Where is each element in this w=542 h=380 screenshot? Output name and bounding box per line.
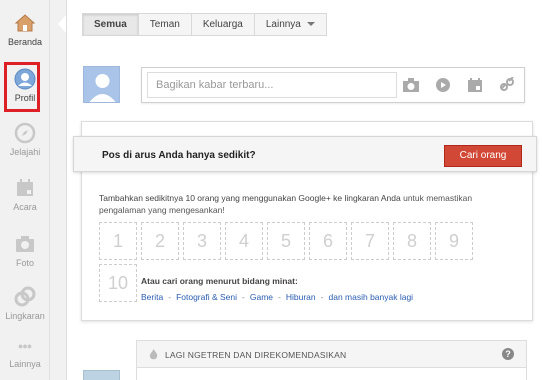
- camera-icon: [16, 236, 34, 252]
- share-box: Bagikan kabar terbaru...: [141, 67, 525, 103]
- tab-family[interactable]: Keluarga: [190, 13, 255, 36]
- person-slot[interactable]: 6: [309, 222, 347, 260]
- suggestion-banner: Pos di arus Anda hanya sedikit? Cari ora…: [73, 136, 537, 172]
- interest-link-games[interactable]: Game: [250, 292, 273, 302]
- person-slot[interactable]: 2: [141, 222, 179, 260]
- nav-item-explore[interactable]: Jelajahi: [0, 122, 50, 157]
- chevron-down-icon: [306, 22, 315, 27]
- nav-label: Lainnya: [9, 359, 41, 369]
- nav-label: Lingkaran: [5, 311, 45, 321]
- interest-links: Berita - Fotografi & Seni - Game - Hiburan - dan…: [141, 292, 413, 302]
- video-icon[interactable]: [434, 77, 452, 93]
- separator: -: [278, 292, 281, 302]
- stream-tabs: Semua Teman Keluarga Lainnya: [82, 13, 327, 36]
- avatar[interactable]: [83, 66, 120, 103]
- nav-item-more[interactable]: Lainnya: [0, 342, 50, 369]
- find-people-button[interactable]: Cari orang: [444, 145, 522, 167]
- more-icon: [18, 344, 32, 349]
- banner-title: Pos di arus Anda hanya sedikit?: [102, 150, 256, 161]
- tab-more[interactable]: Lainnya: [253, 13, 327, 36]
- person-slot[interactable]: 8: [393, 222, 431, 260]
- person-slot[interactable]: 4: [225, 222, 263, 260]
- compass-icon: [14, 122, 36, 144]
- person-slot[interactable]: 7: [351, 222, 389, 260]
- tab-all[interactable]: Semua: [82, 13, 139, 36]
- interest-link-more[interactable]: dan masih banyak lagi: [328, 292, 413, 302]
- event-icon[interactable]: [466, 77, 484, 93]
- flame-icon: [149, 349, 158, 360]
- post-thumbnail[interactable]: [83, 370, 120, 380]
- suggestion-description: Tambahkan sedikitnya 10 orang yang mengg…: [99, 192, 519, 216]
- interest-link-photography[interactable]: Fotografi & Seni: [176, 292, 237, 302]
- help-icon[interactable]: ?: [502, 348, 514, 360]
- nav-label: Jelajahi: [9, 147, 41, 157]
- nav-item-home[interactable]: Beranda: [0, 12, 50, 47]
- profile-highlight-box: [4, 62, 40, 112]
- person-slot[interactable]: 10: [99, 264, 137, 302]
- nav-item-events[interactable]: Acara: [0, 177, 50, 212]
- share-input[interactable]: Bagikan kabar terbaru...: [147, 72, 397, 98]
- stream-panel: Semua Teman Keluarga Lainnya Bagikan kab…: [66, 0, 542, 380]
- separator: -: [320, 292, 324, 302]
- interest-link-news[interactable]: Berita: [141, 292, 163, 302]
- home-icon: [14, 14, 36, 32]
- link-icon[interactable]: [498, 77, 516, 93]
- person-slot[interactable]: 1: [99, 222, 137, 260]
- default-avatar-icon: [89, 74, 116, 102]
- interest-link-entertainment[interactable]: Hiburan: [286, 292, 316, 302]
- active-pointer: [58, 15, 66, 33]
- nav-label: Beranda: [7, 37, 43, 47]
- tab-more-label: Lainnya: [265, 19, 301, 30]
- calendar-icon: [17, 179, 33, 196]
- trending-body: [136, 368, 527, 380]
- trending-title: LAGI NGETREN DAN DIREKOMENDASIKAN: [165, 350, 347, 360]
- find-by-interest-title: Atau cari orang menurut bidang minat:: [141, 276, 298, 286]
- nav-label: Foto: [15, 258, 34, 268]
- camera-icon[interactable]: [402, 77, 420, 93]
- trending-header[interactable]: LAGI NGETREN DAN DIREKOMENDASIKAN ?: [136, 340, 527, 368]
- description-main: Tambahkan sedikitnya 10 orang yang mengg…: [99, 193, 401, 203]
- share-attachments: [402, 77, 516, 93]
- nav-item-circles[interactable]: Lingkaran: [0, 286, 50, 321]
- nav-label: Acara: [13, 202, 37, 212]
- separator: -: [168, 292, 172, 302]
- person-slot[interactable]: 5: [267, 222, 305, 260]
- left-nav: Beranda Profil Jelajahi Acara Foto Lingk…: [0, 0, 50, 380]
- person-slot[interactable]: 3: [183, 222, 221, 260]
- separator: -: [242, 292, 245, 302]
- person-slot[interactable]: 9: [435, 222, 473, 260]
- tab-friends[interactable]: Teman: [137, 13, 192, 36]
- nav-item-photos[interactable]: Foto: [0, 233, 50, 268]
- circles-icon: [14, 286, 36, 307]
